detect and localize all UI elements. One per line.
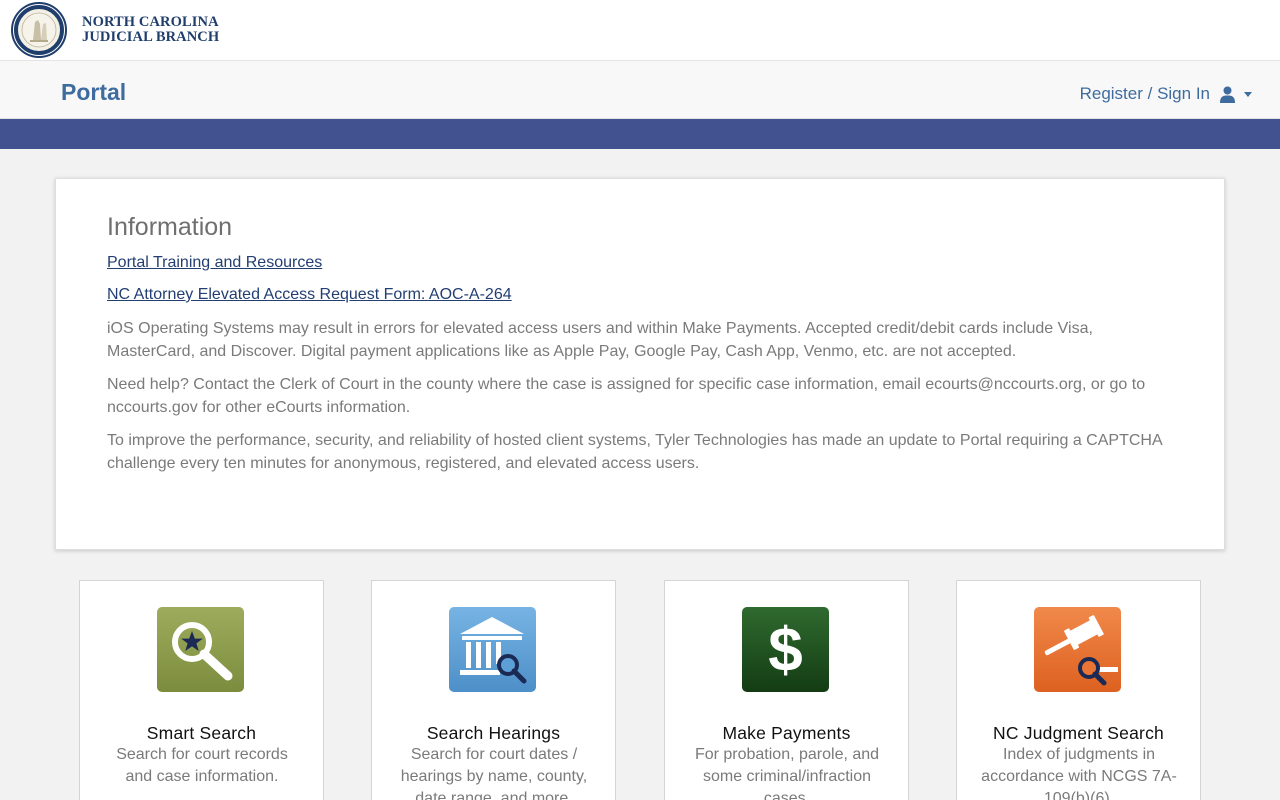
- judgment-search-tile[interactable]: NC Judgment Search Index of judgments in…: [956, 580, 1201, 800]
- judgment-search-description: Index of judgments in accordance with NC…: [981, 746, 1177, 800]
- help-notice: Need help? Contact the Clerk of Court in…: [107, 376, 1146, 416]
- user-icon: [1220, 86, 1235, 103]
- make-payments-tile[interactable]: $ Make Payments For probation, parole, a…: [664, 580, 909, 800]
- brand-line-1: NORTH CAROLINA: [82, 14, 219, 30]
- search-hearings-description: Search for court dates / hearings by nam…: [400, 746, 588, 800]
- brand-name[interactable]: NORTH CAROLINA JUDICIAL BRANCH: [82, 15, 219, 45]
- dollar-sign-icon: $: [742, 607, 829, 692]
- gavel-search-icon: [1034, 607, 1121, 692]
- nc-judicial-seal-icon[interactable]: [11, 2, 67, 58]
- magnifier-star-icon: [157, 607, 244, 692]
- smart-search-title: Smart Search: [146, 723, 257, 743]
- information-panel: Information Portal Training and Resource…: [55, 178, 1225, 550]
- courthouse-search-icon: [449, 607, 536, 692]
- navy-band: [0, 119, 1280, 149]
- information-heading: Information: [107, 213, 233, 241]
- captcha-notice: To improve the performance, security, an…: [107, 432, 1162, 472]
- portal-home-link[interactable]: Portal: [61, 79, 126, 106]
- brand-line-2: JUDICIAL BRANCH: [82, 29, 220, 45]
- top-header: NORTH CAROLINA JUDICIAL BRANCH: [0, 0, 1280, 60]
- make-payments-title: Make Payments: [722, 723, 851, 743]
- svg-text:$: $: [768, 616, 802, 685]
- judgment-search-title: NC Judgment Search: [993, 723, 1164, 743]
- chevron-down-icon: [1244, 91, 1252, 97]
- smart-search-tile[interactable]: Smart Search Search for court records an…: [79, 580, 324, 800]
- payments-notice: iOS Operating Systems may result in erro…: [107, 320, 1093, 360]
- register-sign-in-menu[interactable]: Register / Sign In: [1080, 84, 1252, 104]
- portal-training-link[interactable]: Portal Training and Resources: [107, 253, 1177, 272]
- register-sign-in-label: Register / Sign In: [1079, 84, 1210, 103]
- smart-search-description: Search for court records and case inform…: [116, 746, 288, 785]
- navbar: Portal Register / Sign In: [0, 60, 1280, 119]
- attorney-access-form-link[interactable]: NC Attorney Elevated Access Request Form…: [107, 285, 1177, 304]
- search-hearings-title: Search Hearings: [426, 723, 561, 743]
- search-hearings-tile[interactable]: Search Hearings Search for court dates /…: [371, 580, 616, 800]
- feature-tiles: Smart Search Search for court records an…: [79, 580, 1201, 800]
- make-payments-description: For probation, parole, and some criminal…: [694, 746, 880, 800]
